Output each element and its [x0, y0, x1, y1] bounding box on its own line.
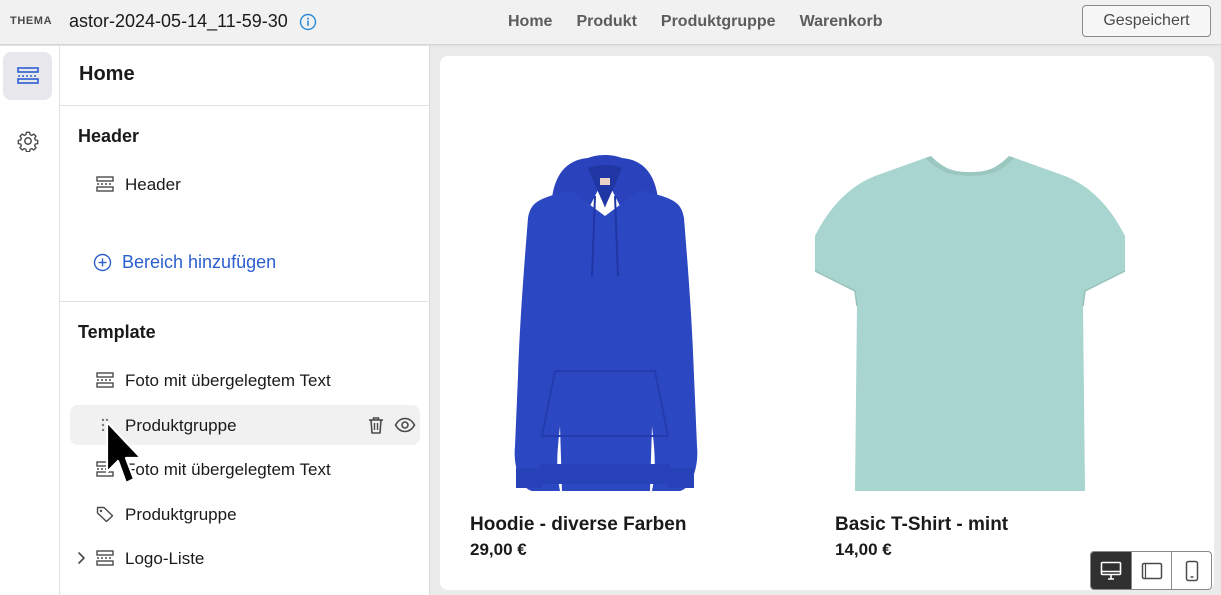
eye-icon[interactable] — [394, 415, 416, 435]
template-group-heading: Template — [78, 322, 156, 342]
hoodie-image[interactable] — [440, 146, 770, 491]
tablet-view-button[interactable] — [1131, 552, 1171, 589]
sections-sidebar: Home Header Header Bereich hinzufügen Te… — [60, 46, 430, 595]
icon-rail — [0, 46, 60, 595]
sidebar-title: Home — [79, 63, 135, 85]
chevron-right-icon[interactable] — [76, 551, 86, 565]
theme-label: THEMA — [10, 15, 53, 27]
product-price: 14,00 € — [835, 540, 892, 559]
sections-icon — [16, 67, 39, 84]
section-item-header[interactable]: Header — [70, 164, 420, 204]
info-icon[interactable] — [299, 13, 317, 31]
product-card-tshirt[interactable]: Basic T-Shirt - mint 14,00 € — [805, 56, 1135, 590]
device-switcher — [1090, 551, 1212, 590]
section-icon — [96, 176, 114, 192]
add-section-label: Bereich hinzufügen — [122, 251, 277, 272]
section-item-label: Produktgruppe — [125, 416, 237, 435]
tshirt-shape — [814, 156, 1126, 491]
nav-produkt[interactable]: Produkt — [576, 13, 636, 31]
section-item-label: Foto mit übergelegtem Text — [125, 371, 331, 390]
plus-circle-icon — [93, 253, 112, 271]
product-name[interactable]: Basic T-Shirt - mint — [835, 514, 1008, 536]
product-name[interactable]: Hoodie - diverse Farben — [470, 514, 686, 536]
gear-icon — [17, 131, 38, 152]
section-item-label: Foto mit übergelegtem Text — [125, 460, 331, 479]
section-item-label: Produktgruppe — [125, 505, 237, 524]
section-icon — [96, 550, 114, 566]
nav-produktgruppe[interactable]: Produktgruppe — [661, 13, 776, 31]
tablet-icon — [1141, 562, 1162, 579]
mobile-icon — [1185, 560, 1198, 581]
mouse-cursor — [105, 420, 140, 485]
section-item-foto-text[interactable]: Foto mit übergelegtem Text — [70, 360, 420, 400]
nav-warenkorb[interactable]: Warenkorb — [800, 13, 883, 31]
settings-rail-button[interactable] — [3, 117, 52, 165]
divider — [60, 105, 430, 106]
desktop-view-button[interactable] — [1091, 552, 1131, 589]
nav-home[interactable]: Home — [508, 13, 552, 31]
section-item-label: Logo-Liste — [125, 549, 205, 568]
add-section-button[interactable]: Bereich hinzufügen — [93, 250, 276, 274]
section-item-logo-liste[interactable]: Logo-Liste — [70, 538, 420, 578]
top-bar: THEMA astor-2024-05-14_11-59-30 Home Pro… — [0, 0, 1221, 45]
trash-icon[interactable] — [366, 415, 386, 435]
product-card-hoodie[interactable]: Hoodie - diverse Farben 29,00 € — [440, 56, 770, 590]
theme-name: astor-2024-05-14_11-59-30 — [69, 11, 288, 31]
product-price: 29,00 € — [470, 540, 527, 559]
saved-button[interactable]: Gespeichert — [1082, 5, 1211, 37]
section-item-label: Header — [125, 175, 181, 194]
section-icon — [96, 372, 114, 388]
storefront-preview: Hoodie - diverse Farben 29,00 € Basic T-… — [440, 56, 1214, 590]
tag-icon — [96, 506, 114, 522]
sections-rail-button[interactable] — [3, 52, 52, 100]
mobile-view-button[interactable] — [1171, 552, 1211, 589]
tshirt-image[interactable] — [805, 146, 1135, 491]
header-group-heading: Header — [78, 126, 140, 146]
section-item-produktgruppe-tag[interactable]: Produktgruppe — [70, 494, 420, 534]
page-nav: Home Produkt Produktgruppe Warenkorb — [508, 13, 907, 31]
desktop-icon — [1100, 561, 1122, 580]
hoodie-shape — [514, 155, 698, 491]
divider — [60, 301, 430, 302]
